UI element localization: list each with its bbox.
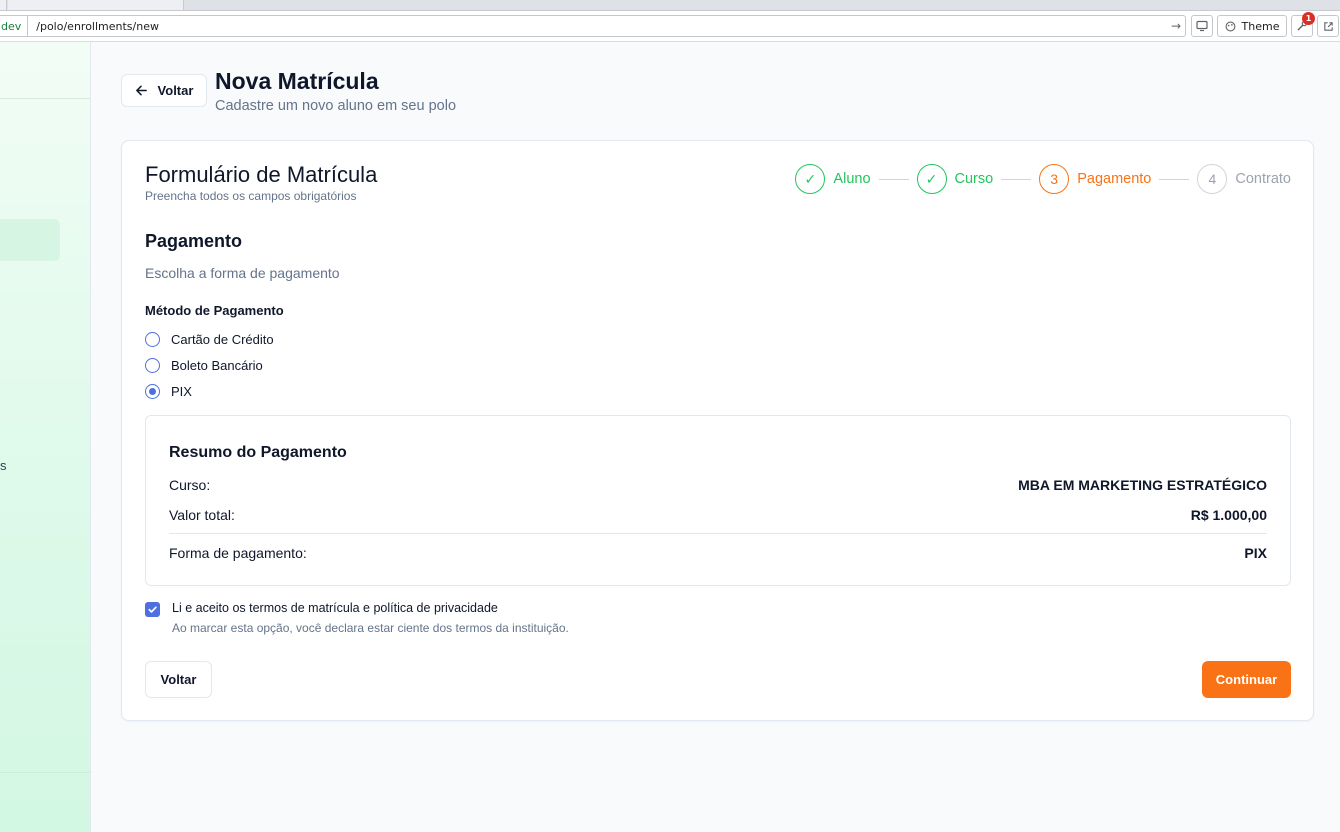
radio-pix[interactable]: PIX	[145, 384, 192, 399]
radio-label[interactable]: Boleto Bancário	[171, 358, 263, 373]
sidebar-item-label[interactable]: s	[0, 458, 7, 473]
browser-tabstrip	[0, 0, 1340, 11]
arrow-left-icon	[135, 85, 147, 96]
palette-icon	[1225, 21, 1235, 31]
summary-row-method: Forma de pagamento: PIX	[169, 545, 1267, 561]
summary-total-label: Valor total:	[169, 507, 235, 523]
extension-button[interactable]: 1	[1291, 12, 1315, 37]
payment-summary: Resumo do Pagamento Curso: MBA EM MARKET…	[145, 415, 1291, 586]
step-curso: ✓ Curso	[916, 164, 994, 194]
terms-label[interactable]: Li e aceito os termos de matrícula e pol…	[172, 601, 569, 615]
form-title: Formulário de Matrícula	[145, 162, 378, 187]
check-icon	[148, 606, 157, 613]
address-bar[interactable]: dev /polo/enrollments/new →	[0, 15, 1186, 37]
url-path: /polo/enrollments/new	[36, 19, 159, 33]
open-external-button[interactable]	[1317, 15, 1339, 37]
terms-hint: Ao marcar esta opção, você declara estar…	[172, 621, 569, 635]
section-description: Escolha a forma de pagamento	[145, 265, 340, 281]
progress-stepper: ✓ Aluno ✓ Curso 3 Pagamento 4 Contrato	[795, 163, 1291, 195]
enrollment-form-card: Formulário de Matrícula Preencha todos o…	[121, 140, 1314, 721]
summary-total-value: R$ 1.000,00	[1190, 507, 1267, 523]
radio-credit-card[interactable]: Cartão de Crédito	[145, 332, 274, 347]
step-label: Aluno	[833, 171, 871, 187]
radio-button[interactable]	[145, 332, 160, 347]
step-connector	[878, 178, 909, 180]
back-button[interactable]: Voltar	[145, 661, 212, 698]
radio-label[interactable]: PIX	[171, 384, 192, 399]
header-back-label: Voltar	[157, 83, 194, 98]
url-scheme: dev	[0, 16, 29, 36]
payment-method-label: Método de Pagamento	[145, 303, 284, 318]
sidebar-item-active[interactable]	[0, 219, 60, 261]
step-label: Pagamento	[1077, 171, 1152, 187]
step-connector	[1159, 178, 1190, 180]
terms-agreement: Li e aceito os termos de matrícula e pol…	[145, 601, 569, 635]
radio-boleto[interactable]: Boleto Bancário	[145, 358, 263, 373]
header-back-button[interactable]: Voltar	[121, 74, 207, 107]
radio-dot	[149, 388, 156, 395]
step-connector	[1001, 178, 1032, 180]
radio-label[interactable]: Cartão de Crédito	[171, 332, 274, 347]
page-subtitle: Cadastre um novo aluno em seu polo	[215, 98, 457, 114]
step-check-icon: ✓	[916, 164, 947, 194]
monitor-icon	[1196, 20, 1208, 32]
terms-checkbox[interactable]	[145, 602, 160, 617]
step-aluno: ✓ Aluno	[795, 164, 871, 194]
theme-label: Theme	[1241, 19, 1280, 33]
sidebar: s	[0, 42, 91, 832]
radio-button[interactable]	[145, 358, 160, 373]
summary-method-label: Forma de pagamento:	[169, 545, 307, 561]
radio-button-selected[interactable]	[145, 384, 160, 399]
sidebar-divider	[0, 98, 91, 99]
summary-divider	[169, 533, 1267, 534]
summary-title: Resumo do Pagamento	[169, 444, 347, 461]
section-title: Pagamento	[145, 231, 243, 251]
step-pagamento: 3 Pagamento	[1039, 164, 1151, 194]
page-title: Nova Matrícula	[215, 68, 379, 94]
external-link-icon	[1323, 21, 1333, 31]
device-toggle-button[interactable]	[1191, 15, 1213, 37]
step-label: Contrato	[1235, 171, 1291, 187]
notification-badge: 1	[1302, 12, 1315, 25]
browser-toolbar: dev /polo/enrollments/new → Theme 1	[0, 11, 1340, 42]
summary-course-value: MBA EM MARKETING ESTRATÉGICO	[1018, 477, 1267, 493]
browser-tab[interactable]	[8, 0, 184, 10]
arrow-right-icon[interactable]: →	[1167, 19, 1185, 33]
sidebar-divider	[0, 772, 91, 773]
summary-method-value: PIX	[1244, 545, 1267, 561]
step-label: Curso	[954, 171, 994, 187]
step-number: 4	[1197, 164, 1228, 194]
step-contrato: 4 Contrato	[1197, 164, 1291, 194]
theme-button[interactable]: Theme	[1217, 15, 1287, 37]
continue-button[interactable]: Continuar	[1202, 661, 1291, 698]
form-subtitle: Preencha todos os campos obrigatórios	[145, 189, 357, 203]
browser-tab[interactable]	[0, 0, 7, 10]
summary-row-course: Curso: MBA EM MARKETING ESTRATÉGICO	[169, 477, 1267, 493]
step-number: 3	[1039, 164, 1070, 194]
step-check-icon: ✓	[795, 164, 826, 194]
summary-course-label: Curso:	[169, 477, 211, 493]
summary-row-total: Valor total: R$ 1.000,00	[169, 507, 1267, 523]
